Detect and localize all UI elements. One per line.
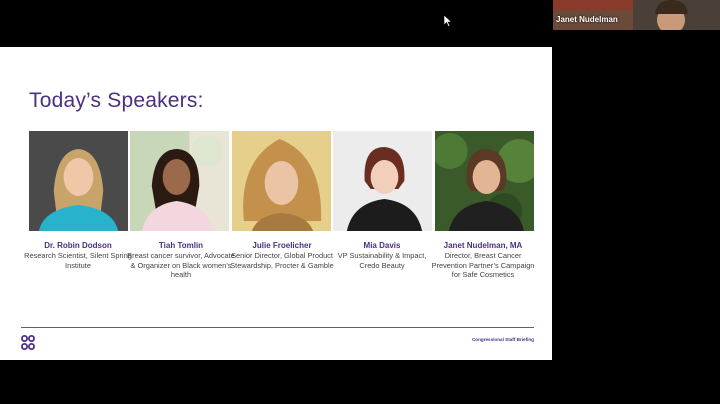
- shared-slide: Today’s Speakers: Dr. Robin Dodson Resea…: [0, 47, 552, 360]
- speaker-name: Mia Davis: [363, 241, 401, 250]
- speaker-caption: Janet Nudelman, MA Director, Breast Canc…: [427, 241, 539, 280]
- speaker-name: Janet Nudelman, MA: [443, 241, 523, 250]
- speaker-photo-julie-froelicher: [232, 131, 331, 231]
- speaker-caption: Dr. Robin Dodson Research Scientist, Sil…: [19, 241, 137, 270]
- speaker-caption: Mia Davis VP Sustainability & Impact, Cr…: [328, 241, 436, 270]
- speaker-caption: Julie Froelicher Senior Director, Global…: [223, 241, 341, 270]
- speaker-photo-mia-davis: [333, 131, 432, 231]
- footer-tag: Congressional Staff Briefing: [471, 337, 534, 342]
- footer-divider: [21, 327, 534, 328]
- speaker-photo-janet-nudelman: [435, 131, 534, 231]
- speaker-photo-tiah-tomlin: [130, 131, 229, 231]
- speaker-role: Director, Breast Cancer Prevention Partn…: [431, 251, 535, 280]
- speaker-name: Tiah Tomlin: [158, 241, 204, 250]
- speaker-name: Dr. Robin Dodson: [44, 241, 112, 250]
- speaker-role: VP Sustainability & Impact, Credo Beauty: [337, 251, 427, 270]
- speaker-name: Julie Froelicher: [252, 241, 312, 250]
- participant-name: Janet Nudelman: [556, 15, 618, 24]
- slide-title: Today’s Speakers:: [29, 89, 204, 112]
- speaker-role: Senior Director, Global Product Stewards…: [230, 251, 334, 270]
- speaker-photo-robin-dodson: [29, 131, 128, 231]
- speaker-role: Research Scientist, Silent Spring Instit…: [24, 251, 132, 270]
- speaker-role: Breast cancer survivor, Advocate & Organ…: [127, 251, 235, 280]
- mouse-cursor-icon: [443, 14, 453, 27]
- bcpp-logo-icon: [21, 335, 35, 351]
- speaker-caption: Tiah Tomlin Breast cancer survivor, Advo…: [125, 241, 237, 280]
